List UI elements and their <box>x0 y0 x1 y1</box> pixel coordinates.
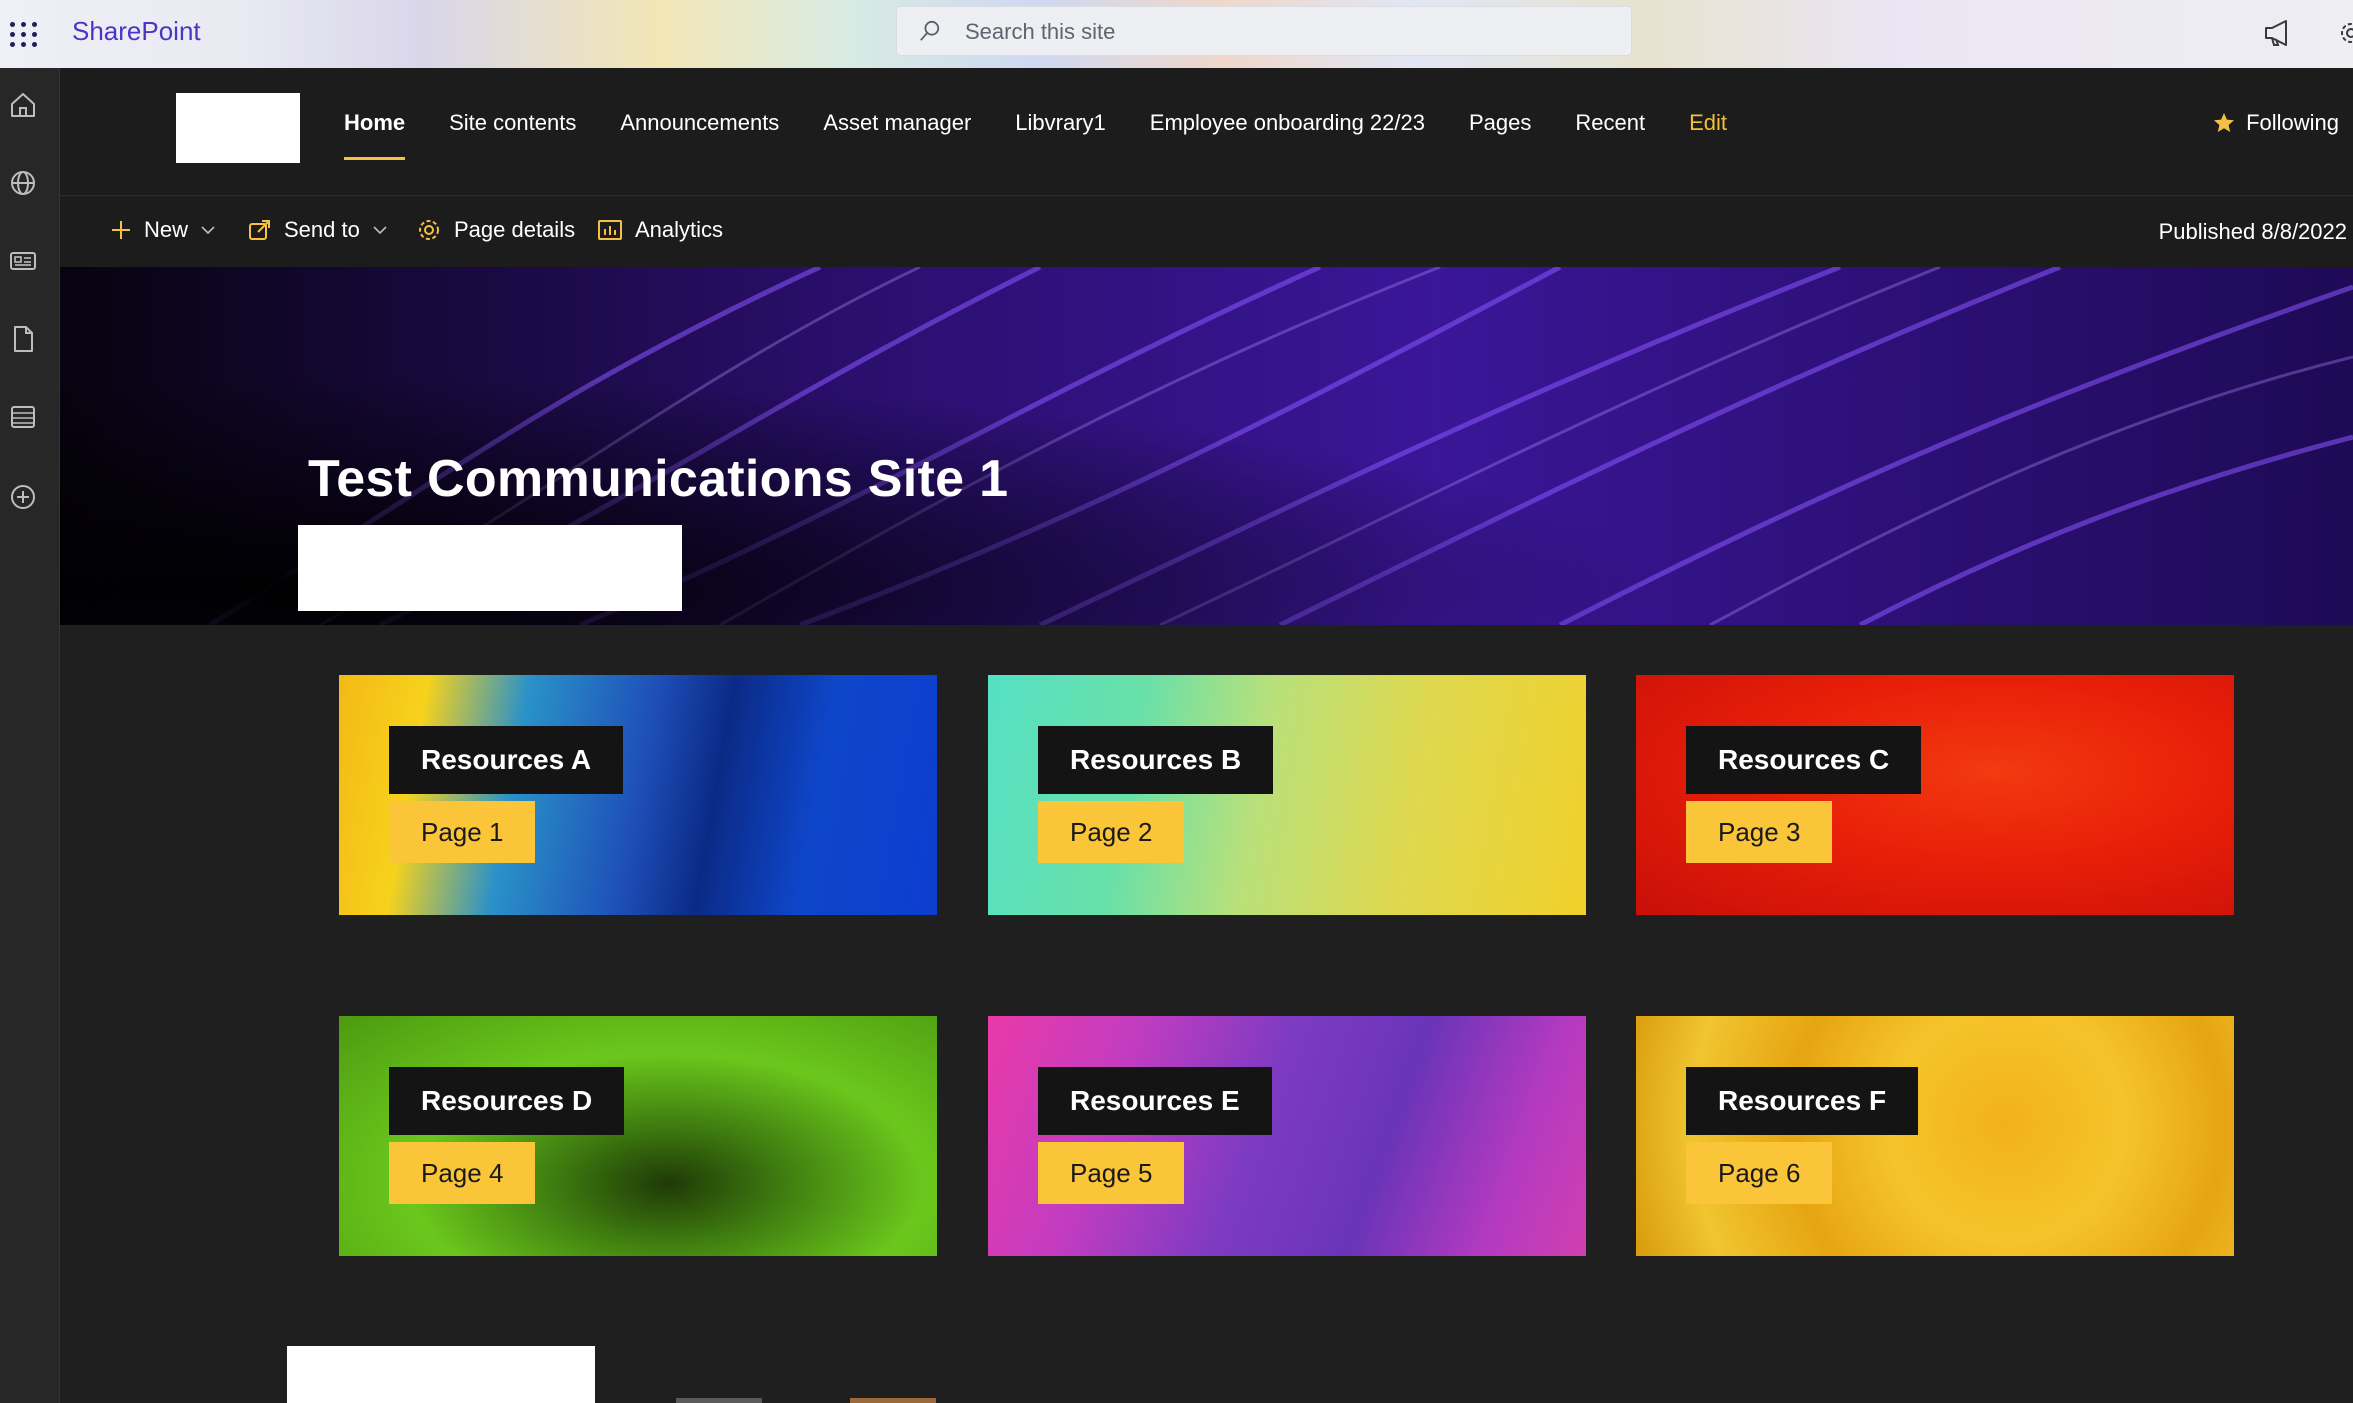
resource-tile-a[interactable]: Resources A Page 1 <box>339 675 937 915</box>
settings-gear-icon[interactable] <box>2336 16 2353 50</box>
nav-item-employee-onboarding[interactable]: Employee onboarding 22/23 <box>1150 110 1425 160</box>
chevron-down-icon <box>373 226 387 235</box>
tile-title: Resources B <box>1038 726 1274 794</box>
site-logo[interactable] <box>176 93 300 163</box>
search-icon <box>920 20 940 41</box>
left-app-rail <box>0 68 60 1403</box>
tile-page-link[interactable]: Page 2 <box>1038 801 1185 863</box>
share-icon <box>249 220 270 240</box>
site-header: Home Site contents Announcements Asset m… <box>60 68 2353 196</box>
nav-item-announcements[interactable]: Announcements <box>620 110 779 160</box>
nav-item-home[interactable]: Home <box>344 110 406 160</box>
home-icon[interactable] <box>8 90 38 120</box>
divider <box>850 1398 936 1403</box>
add-circle-icon[interactable] <box>8 482 38 512</box>
gear-icon <box>419 220 439 240</box>
tile-title: Resources D <box>389 1067 625 1135</box>
new-label: New <box>144 217 189 242</box>
resource-tile-f[interactable]: Resources F Page 6 <box>1636 1016 2234 1256</box>
resource-tile-c[interactable]: Resources C Page 3 <box>1636 675 2234 915</box>
tile-title: Resources F <box>1686 1067 1919 1135</box>
hero-banner: Test Communications Site 1 <box>60 267 2353 625</box>
tile-page-link[interactable]: Page 5 <box>1038 1142 1185 1204</box>
tile-page-link[interactable]: Page 4 <box>389 1142 536 1204</box>
globe-icon[interactable] <box>8 168 38 198</box>
tile-page-link[interactable]: Page 6 <box>1686 1142 1833 1204</box>
suite-bar: SharePoint <box>0 0 2353 68</box>
command-bar: New Send to Page details Analytics Publi… <box>60 197 2353 267</box>
page-details-label: Page details <box>454 217 576 242</box>
send-to-label: Send to <box>284 217 360 242</box>
search-input[interactable] <box>965 15 1605 49</box>
site-navigation: Home Site contents Announcements Asset m… <box>322 110 1749 160</box>
resource-tile-e[interactable]: Resources E Page 5 <box>988 1016 1586 1256</box>
page-details-button[interactable]: Page details <box>416 217 575 243</box>
nav-item-site-contents[interactable]: Site contents <box>449 110 576 160</box>
star-icon <box>2214 113 2235 132</box>
chevron-down-icon <box>201 226 215 235</box>
following-button[interactable]: Following <box>2212 110 2339 136</box>
tile-title: Resources A <box>389 726 624 794</box>
resource-tile-b[interactable]: Resources B Page 2 <box>988 675 1586 915</box>
tile-title: Resources E <box>1038 1067 1272 1135</box>
analytics-button[interactable]: Analytics <box>597 217 723 243</box>
megaphone-icon[interactable] <box>2262 16 2296 50</box>
tile-page-link[interactable]: Page 1 <box>389 801 536 863</box>
nav-item-pages[interactable]: Pages <box>1469 110 1531 160</box>
news-icon[interactable] <box>8 246 38 276</box>
published-status: Published 8/8/2022 <box>2158 219 2347 244</box>
app-launcher-icon[interactable] <box>6 18 38 50</box>
document-icon[interactable] <box>8 324 38 354</box>
site-title: Test Communications Site 1 <box>308 450 1009 508</box>
hero-redacted-box <box>298 525 682 611</box>
new-button[interactable]: New <box>110 217 216 243</box>
list-icon[interactable] <box>8 402 38 432</box>
resource-tile-d[interactable]: Resources D Page 4 <box>339 1016 937 1256</box>
analytics-label: Analytics <box>635 217 724 242</box>
tile-page-link[interactable]: Page 3 <box>1686 801 1833 863</box>
nav-item-libvrary1[interactable]: Libvrary1 <box>1015 110 1105 160</box>
site-search-box[interactable] <box>896 6 1632 56</box>
footer-redacted-box <box>287 1346 595 1403</box>
sharepoint-brand-link[interactable]: SharePoint <box>72 16 201 47</box>
following-label: Following <box>2246 110 2339 135</box>
nav-edit-link[interactable]: Edit <box>1689 110 1727 160</box>
nav-item-recent[interactable]: Recent <box>1575 110 1645 160</box>
plus-icon <box>112 221 130 239</box>
nav-item-asset-manager[interactable]: Asset manager <box>823 110 971 160</box>
tile-title: Resources C <box>1686 726 1922 794</box>
send-to-button[interactable]: Send to <box>248 217 388 243</box>
analytics-chart-icon <box>598 220 622 240</box>
divider <box>676 1398 762 1403</box>
